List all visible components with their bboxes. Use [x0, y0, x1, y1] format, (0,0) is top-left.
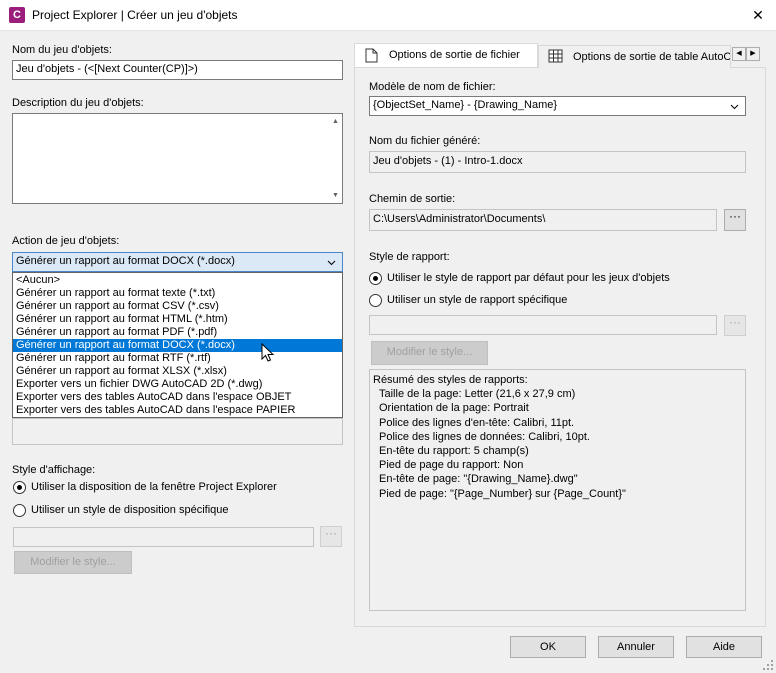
output-path-field[interactable]: C:\Users\Administrator\Documents\: [369, 209, 717, 231]
summary-line: Pied de page du rapport: Non: [379, 459, 524, 472]
display-style-path-field[interactable]: [13, 527, 314, 547]
report-style-path-field[interactable]: [369, 315, 717, 335]
summary-line: Taille de la page: Letter (21,6 x 27,9 c…: [379, 388, 576, 401]
generated-name-field: Jeu d'objets - (1) - Intro-1.docx: [369, 151, 746, 173]
summary-line: Pied de page: "{Page_Number} sur {Page_C…: [379, 487, 626, 500]
scroll-up-icon[interactable]: ▲: [330, 116, 341, 127]
ok-button[interactable]: OK: [510, 636, 586, 658]
display-default-label: Utiliser la disposition de la fenêtre Pr…: [31, 481, 277, 493]
objectset-name-input[interactable]: Jeu d'objets - (<[Next Counter(CP)]>): [12, 60, 343, 80]
chevron-down-icon: [730, 104, 739, 110]
display-default-radio[interactable]: [13, 481, 26, 494]
report-style-summary: Résumé des styles de rapports: Taille de…: [369, 369, 746, 611]
filename-model-label: Modèle de nom de fichier:: [369, 81, 496, 93]
report-browse-button[interactable]: ···: [724, 315, 746, 336]
chevron-down-icon: [327, 260, 336, 266]
name-label: Nom du jeu d'objets:: [12, 44, 112, 56]
tab-file-output[interactable]: Options de sortie de fichier: [354, 43, 538, 67]
summary-line: Police des lignes de données: Calibri, 1…: [379, 430, 590, 443]
tab-autocad-table-output[interactable]: Options de sortie de table AutoCAD: [538, 45, 731, 68]
dropdown-option[interactable]: Générer un rapport au format XLSX (*.xls…: [13, 365, 342, 378]
report-specific-label: Utiliser un style de rapport spécifique: [387, 294, 568, 306]
summary-title: Résumé des styles de rapports:: [373, 374, 528, 386]
close-button[interactable]: ✕: [744, 4, 772, 26]
report-modify-style-button[interactable]: Modifier le style...: [371, 341, 488, 365]
title-bar: C Project Explorer | Créer un jeu d'obje…: [0, 0, 776, 31]
output-path-label: Chemin de sortie:: [369, 193, 456, 205]
dropdown-option-selected[interactable]: Générer un rapport au format DOCX (*.doc…: [13, 339, 342, 352]
dropdown-option[interactable]: Exporter vers des tables AutoCAD dans l'…: [13, 391, 342, 404]
description-scrollbar[interactable]: ▲ ▼: [329, 114, 342, 203]
display-specific-radio[interactable]: [13, 504, 26, 517]
dropdown-option[interactable]: Exporter vers un fichier DWG AutoCAD 2D …: [13, 378, 342, 391]
tab-autocad-table-label: Options de sortie de table AutoCAD: [573, 51, 731, 63]
display-browse-button[interactable]: ···: [320, 526, 342, 547]
dropdown-option[interactable]: Générer un rapport au format texte (*.tx…: [13, 287, 342, 300]
app-icon: C: [9, 7, 25, 23]
action-selected-value: Générer un rapport au format DOCX (*.doc…: [16, 255, 235, 267]
description-textarea[interactable]: [12, 113, 343, 204]
mouse-cursor-icon: [261, 343, 275, 362]
action-options-area: [12, 418, 343, 445]
report-default-label: Utiliser le style de rapport par défaut …: [387, 272, 670, 284]
report-specific-radio[interactable]: [369, 294, 382, 307]
display-style-label: Style d'affichage:: [12, 464, 96, 476]
tab-scroll-right-icon[interactable]: ▶: [746, 47, 760, 61]
document-icon: [365, 48, 378, 63]
summary-line: En-tête de page: "{Drawing_Name}.dwg": [379, 473, 578, 486]
dropdown-option[interactable]: Générer un rapport au format CSV (*.csv): [13, 300, 342, 313]
display-specific-label: Utiliser un style de disposition spécifi…: [31, 504, 229, 516]
generated-name-label: Nom du fichier généré:: [369, 135, 481, 147]
summary-line: Police des lignes d'en-tête: Calibri, 11…: [379, 416, 575, 429]
dropdown-option[interactable]: Exporter vers des tables AutoCAD dans l'…: [13, 404, 342, 417]
summary-line: Orientation de la page: Portrait: [379, 402, 529, 415]
action-label: Action de jeu d'objets:: [12, 235, 120, 247]
tab-file-output-label: Options de sortie de fichier: [389, 49, 520, 61]
dropdown-option[interactable]: Générer un rapport au format HTML (*.htm…: [13, 313, 342, 326]
display-modify-style-button[interactable]: Modifier le style...: [14, 551, 132, 574]
output-path-browse-button[interactable]: ···: [724, 209, 746, 231]
filename-model-value: {ObjectSet_Name} - {Drawing_Name}: [373, 99, 558, 111]
dropdown-option[interactable]: <Aucun>: [13, 274, 342, 287]
tab-scroll-left-icon[interactable]: ◀: [732, 47, 746, 61]
report-default-radio[interactable]: [369, 272, 382, 285]
dropdown-option[interactable]: Générer un rapport au format RTF (*.rtf): [13, 352, 342, 365]
description-label: Description du jeu d'objets:: [12, 97, 144, 109]
summary-line: En-tête du rapport: 5 champ(s): [379, 445, 529, 458]
help-button[interactable]: Aide: [686, 636, 762, 658]
filename-model-select[interactable]: {ObjectSet_Name} - {Drawing_Name}: [369, 96, 746, 116]
resize-grip-icon[interactable]: [762, 659, 774, 671]
report-style-label: Style de rapport:: [369, 251, 450, 263]
window-title: Project Explorer | Créer un jeu d'objets: [32, 8, 238, 22]
action-dropdown-list[interactable]: <Aucun> Générer un rapport au format tex…: [12, 272, 343, 418]
scroll-down-icon[interactable]: ▼: [330, 190, 341, 201]
action-select[interactable]: Générer un rapport au format DOCX (*.doc…: [12, 252, 343, 272]
cancel-button[interactable]: Annuler: [598, 636, 674, 658]
dropdown-option[interactable]: Générer un rapport au format PDF (*.pdf): [13, 326, 342, 339]
table-icon: [548, 49, 563, 63]
